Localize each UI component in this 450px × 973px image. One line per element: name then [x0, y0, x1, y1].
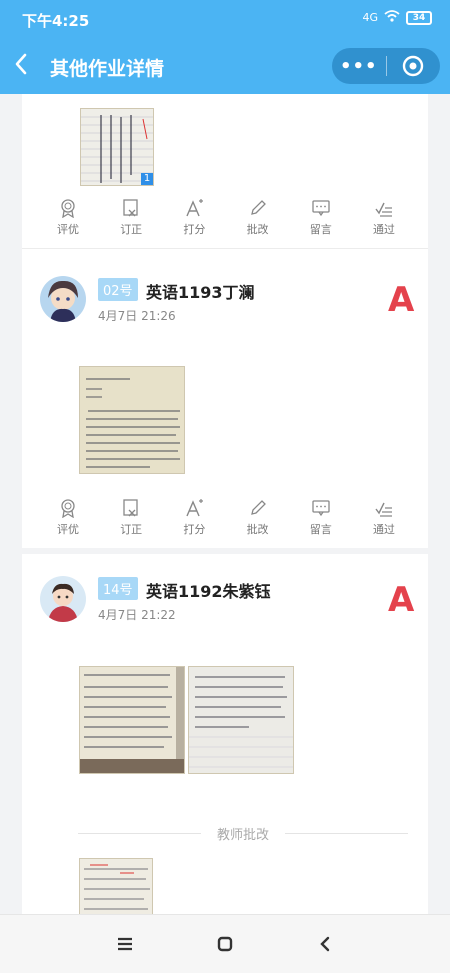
avatar[interactable] — [40, 276, 86, 322]
avatar-image — [40, 276, 86, 322]
approve-label: 通过 — [372, 523, 395, 536]
status-icons: 4G 34 — [362, 10, 432, 25]
wifi-icon — [384, 10, 400, 25]
score-button[interactable]: 打分 — [172, 498, 216, 542]
correct-label: 订正 — [120, 223, 143, 236]
check-lines-icon — [375, 202, 392, 217]
capsule-menu: ••• — [332, 48, 440, 84]
comment-button[interactable]: 留言 — [299, 198, 343, 242]
grade-mark: A — [388, 280, 415, 320]
menu-icon — [118, 937, 132, 951]
font-plus-icon — [186, 499, 204, 517]
handwriting-image — [84, 864, 150, 910]
section-divider — [22, 248, 428, 249]
grade-button[interactable]: 批改 — [236, 498, 280, 542]
approve-button[interactable]: 通过 — [362, 198, 406, 242]
avatar[interactable] — [40, 576, 86, 622]
signal-icon: 4G — [362, 11, 378, 24]
comment-button[interactable]: 留言 — [299, 498, 343, 542]
section-divider — [22, 548, 428, 554]
comment-label: 留言 — [309, 223, 332, 236]
action-bar: 评优 订正 打分 批改 留言 通过 — [46, 498, 406, 542]
more-dots-icon: ••• — [339, 55, 378, 77]
teacher-section-label: 教师批改 — [217, 828, 270, 843]
approve-button[interactable]: 通过 — [362, 498, 406, 542]
grade-label: 批改 — [246, 523, 269, 536]
handwriting-image — [80, 367, 184, 473]
page-title: 其他作业详情 — [50, 58, 165, 80]
edit-box-icon — [123, 499, 138, 517]
score-label: 打分 — [183, 523, 206, 536]
top-bar: 下午4:25 4G 34 其他作业详情 ••• — [0, 0, 450, 94]
homework-image-thumb[interactable] — [188, 666, 294, 774]
approve-label: 通过 — [372, 223, 395, 236]
medal-icon — [61, 199, 75, 218]
homework-image-thumb[interactable] — [79, 666, 185, 774]
more-button[interactable]: ••• — [332, 56, 386, 77]
comment-label: 留言 — [309, 523, 332, 536]
homework-image-thumb[interactable]: 1 — [80, 108, 154, 186]
student-name: 英语1193丁澜 — [146, 283, 255, 302]
edit-box-icon — [123, 199, 138, 217]
award-label: 评优 — [57, 223, 79, 236]
close-miniapp-button[interactable] — [386, 55, 440, 77]
message-icon — [312, 200, 330, 217]
correct-label: 订正 — [120, 523, 143, 536]
chevron-left-icon — [15, 53, 27, 75]
home-square-icon — [217, 936, 233, 952]
medal-icon — [61, 499, 75, 518]
correct-button[interactable]: 订正 — [109, 198, 153, 242]
award-label: 评优 — [57, 523, 79, 536]
homework-image-thumb[interactable] — [79, 366, 185, 474]
submit-time: 4月7日 21:26 — [98, 309, 176, 323]
score-button[interactable]: 打分 — [172, 198, 216, 242]
divider-line — [285, 833, 409, 834]
pencil-icon — [250, 200, 266, 215]
score-label: 打分 — [183, 223, 206, 236]
student-name: 英语1192朱紫钰 — [146, 582, 271, 601]
student-number-badge: 02号 — [98, 278, 138, 301]
handwriting-image — [189, 667, 293, 773]
grade-button[interactable]: 批改 — [236, 198, 280, 242]
submit-time: 4月7日 21:22 — [98, 608, 176, 622]
target-circle-icon — [403, 55, 424, 77]
image-count-badge: 1 — [141, 173, 153, 185]
menu-button[interactable] — [110, 929, 140, 959]
battery-icon: 34 — [406, 10, 432, 25]
pencil-icon — [250, 500, 266, 515]
avatar-image — [40, 576, 86, 622]
award-button[interactable]: 评优 — [46, 498, 90, 542]
grade-label: 批改 — [246, 223, 269, 236]
teacher-section-header: 教师批改 — [78, 824, 409, 843]
award-button[interactable]: 评优 — [46, 198, 90, 242]
system-back-button[interactable] — [310, 929, 340, 959]
message-icon — [312, 500, 330, 517]
back-triangle-icon — [320, 936, 330, 952]
teacher-image-thumb[interactable] — [79, 858, 153, 914]
home-button[interactable] — [210, 929, 240, 959]
system-nav-bar — [0, 914, 450, 973]
correct-button[interactable]: 订正 — [109, 498, 153, 542]
action-bar: 评优 订正 打分 批改 留言 通过 — [46, 198, 406, 242]
divider-line — [78, 833, 201, 834]
student-number-badge: 14号 — [98, 577, 138, 600]
back-button[interactable] — [14, 52, 40, 82]
handwriting-image — [80, 667, 184, 773]
check-lines-icon — [375, 502, 392, 517]
font-plus-icon — [186, 199, 204, 217]
grade-mark: A — [388, 580, 415, 620]
status-time: 下午4:25 — [22, 12, 90, 30]
content-card: 1 评优 订正 打分 批改 留言 通过 02号 英语1193丁澜 4月7日 21… — [22, 94, 428, 914]
